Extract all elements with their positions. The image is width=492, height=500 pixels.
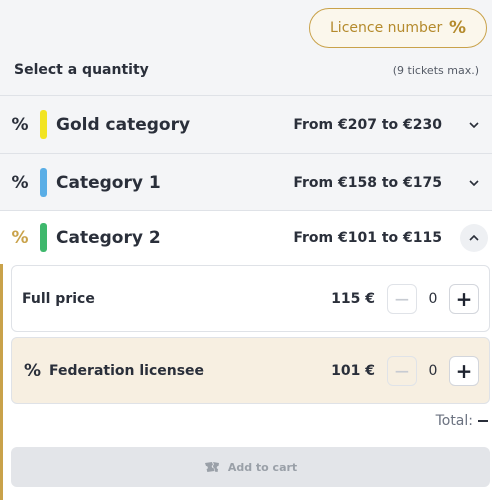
price-value: 115 €	[331, 290, 375, 307]
federation-licensee-card: % Federation licensee 101 € − 0 +	[11, 337, 490, 404]
chevron-down-icon[interactable]	[460, 111, 488, 139]
quantity-value: 0	[428, 362, 438, 379]
full-price-card: Full price 115 € − 0 +	[11, 265, 490, 332]
category-row-gold[interactable]: % Gold category From €207 to €230	[0, 95, 492, 153]
category-price-range: From €207 to €230	[293, 116, 442, 133]
chevron-up-icon[interactable]	[460, 223, 488, 252]
category-price-range: From €101 to €115	[293, 229, 442, 246]
decrement-button[interactable]: −	[387, 355, 417, 386]
category-name: Gold category	[56, 114, 191, 135]
category-name: Category 1	[56, 172, 161, 193]
price-label: Federation licensee	[49, 362, 205, 379]
category-2-panel: % Category 2 From €101 to €115 Full pric…	[0, 210, 492, 500]
quantity-value: 0	[428, 290, 438, 307]
category-row-2[interactable]: % Category 2 From €101 to €115	[0, 210, 492, 264]
increment-button[interactable]: +	[449, 355, 479, 386]
total: Total:	[436, 413, 488, 429]
price-value: 101 €	[331, 362, 375, 379]
category-color-bar	[40, 110, 47, 139]
tickets-icon	[204, 462, 219, 472]
decrement-button[interactable]: −	[387, 283, 417, 314]
percent-icon: %	[11, 172, 29, 193]
percent-icon: %	[11, 114, 29, 135]
licence-number-button[interactable]: Licence number %	[309, 8, 487, 48]
quantity-header: Select a quantity (9 tickets max.)	[14, 62, 479, 78]
add-to-cart-label: Add to cart	[227, 460, 298, 474]
price-label: Full price	[22, 290, 95, 307]
chevron-down-icon[interactable]	[460, 169, 488, 197]
category-price-range: From €158 to €175	[293, 174, 442, 191]
max-tickets-note: (9 tickets max.)	[392, 63, 479, 77]
percent-icon: %	[24, 360, 42, 381]
total-empty-dash	[478, 420, 488, 422]
category-color-bar	[40, 223, 47, 252]
category-color-bar	[40, 168, 47, 197]
licence-number-label: Licence number	[330, 20, 443, 36]
add-to-cart-button[interactable]: Add to cart	[11, 447, 490, 487]
increment-button[interactable]: +	[449, 283, 479, 314]
category-name: Category 2	[56, 227, 161, 248]
category-row-1[interactable]: % Category 1 From €158 to €175	[0, 153, 492, 211]
percent-icon: %	[448, 18, 466, 38]
quantity-title: Select a quantity	[14, 62, 149, 78]
percent-icon: %	[11, 227, 29, 248]
total-label: Total:	[435, 413, 473, 429]
